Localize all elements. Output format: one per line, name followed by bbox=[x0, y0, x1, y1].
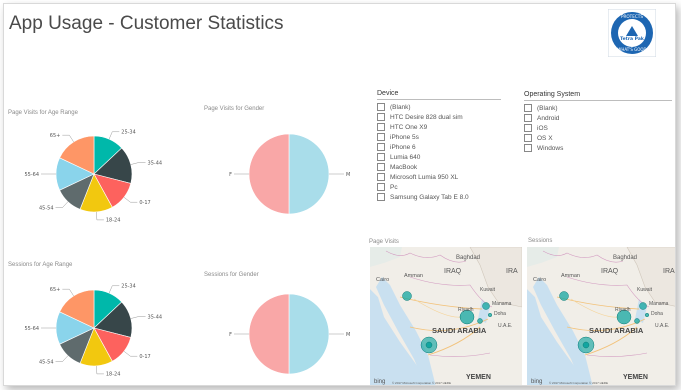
os-slicer-item[interactable]: Android bbox=[524, 113, 672, 123]
map-copyright: © 2017 Microsoft Corporation © 2017 HERE bbox=[392, 381, 451, 385]
map-label-iraq: IRAQ bbox=[601, 268, 619, 275]
map-label-riyadh: Riyadh bbox=[458, 307, 474, 313]
os-slicer-checkbox[interactable] bbox=[524, 144, 532, 152]
pie-slice-label: F bbox=[229, 332, 232, 338]
device-slicer-checkbox[interactable] bbox=[377, 173, 385, 181]
device-slicer-item[interactable]: Pc bbox=[377, 182, 501, 192]
device-slicer-checkbox[interactable] bbox=[377, 193, 385, 201]
device-slicer-checkbox[interactable] bbox=[377, 153, 385, 161]
bing-logo-text: bing bbox=[531, 379, 542, 385]
os-slicer-item-label: Android bbox=[537, 114, 560, 122]
sessions-map-title: Sessions bbox=[528, 238, 553, 244]
map-label-cairo: Cairo bbox=[376, 277, 389, 283]
device-slicer-checkbox[interactable] bbox=[377, 143, 385, 151]
pie-slice[interactable] bbox=[288, 293, 330, 375]
pie-slice-label: M bbox=[346, 332, 350, 338]
device-slicer-checkbox[interactable] bbox=[377, 183, 385, 191]
map-label-uae: U.A.E. bbox=[655, 323, 669, 329]
device-slicer-checkbox[interactable] bbox=[377, 103, 385, 111]
device-slicer-item[interactable]: iPhone 5s bbox=[377, 132, 501, 142]
device-slicer-checkbox[interactable] bbox=[377, 163, 385, 171]
device-slicer-item-label: Lumia 640 bbox=[390, 153, 421, 161]
os-slicer-item-label: OS X bbox=[537, 134, 553, 142]
map-label-iran: IRA bbox=[506, 268, 518, 275]
map-label-kuwait: Kuwait bbox=[480, 287, 496, 293]
map-label-manama: Manama bbox=[649, 301, 669, 307]
map-label-kuwait: Kuwait bbox=[637, 287, 653, 293]
map-copyright: © 2017 Microsoft Corporation © 2017 HERE bbox=[549, 381, 608, 385]
os-slicer-checkbox[interactable] bbox=[524, 124, 532, 132]
device-slicer-checkbox[interactable] bbox=[377, 133, 385, 141]
device-slicer-item-label: (Blank) bbox=[390, 103, 411, 111]
device-slicer-item-label: HTC One X9 bbox=[390, 123, 428, 131]
map-label-saudi-arabia: SAUDI ARABIA bbox=[589, 326, 644, 335]
device-slicer-item[interactable]: Microsoft Lumia 950 XL bbox=[377, 172, 501, 182]
map-label-riyadh: Riyadh bbox=[615, 307, 631, 313]
device-slicer-item-label: HTC Desire 828 dual sim bbox=[390, 113, 463, 121]
device-slicer: Device (Blank) HTC Desire 828 dual sim HTC… bbox=[377, 90, 501, 202]
page-visits-map-title: Page Visits bbox=[369, 239, 399, 245]
map-label-yemen: YEMEN bbox=[466, 374, 491, 381]
os-slicer-checkbox[interactable] bbox=[524, 114, 532, 122]
os-slicer-header: Operating System bbox=[524, 91, 672, 101]
os-slicer-item-label: iOS bbox=[537, 124, 548, 132]
map-label-doha: Doha bbox=[494, 311, 506, 317]
pie-slice[interactable] bbox=[248, 293, 290, 375]
os-slicer-item[interactable]: Windows bbox=[524, 143, 672, 153]
device-slicer-item[interactable]: HTC One X9 bbox=[377, 122, 501, 132]
map-label-iran: IRA bbox=[663, 268, 675, 275]
device-slicer-header: Device bbox=[377, 90, 501, 100]
sessions-map[interactable]: Baghdad IRAQ IRA Amman Cairo Kuwait Riyadh Mana… bbox=[527, 247, 675, 385]
map-label-iraq: IRAQ bbox=[444, 268, 462, 275]
map-label-amman: Amman bbox=[404, 273, 423, 279]
device-slicer-item[interactable]: Samsung Galaxy Tab E 8.0 bbox=[377, 192, 501, 202]
device-slicer-item[interactable]: (Blank) bbox=[377, 102, 501, 112]
device-slicer-item-label: iPhone 6 bbox=[390, 143, 416, 151]
map-bubble[interactable] bbox=[639, 302, 647, 310]
device-slicer-item-label: Microsoft Lumia 950 XL bbox=[390, 173, 459, 181]
map-label-saudi-arabia: SAUDI ARABIA bbox=[432, 326, 487, 335]
map-label-baghdad: Baghdad bbox=[613, 255, 637, 261]
os-slicer: Operating System (Blank) Android iOS OS X Wi… bbox=[524, 91, 672, 153]
os-slicer-item[interactable]: (Blank) bbox=[524, 103, 672, 113]
device-slicer-item[interactable]: Lumia 640 bbox=[377, 152, 501, 162]
bing-logo-text: bing bbox=[374, 379, 385, 385]
os-slicer-item-label: Windows bbox=[537, 144, 564, 152]
os-slicer-item[interactable]: iOS bbox=[524, 123, 672, 133]
map-bubble[interactable] bbox=[644, 312, 650, 318]
map-label-uae: U.A.E. bbox=[498, 323, 512, 329]
map-bubble[interactable] bbox=[634, 318, 640, 324]
os-slicer-checkbox[interactable] bbox=[524, 134, 532, 142]
report-canvas: App Usage - Customer Statistics PROTECTS… bbox=[3, 3, 676, 386]
os-slicer-item[interactable]: OS X bbox=[524, 133, 672, 143]
device-slicer-item-label: MacBook bbox=[390, 163, 418, 171]
map-label-cairo: Cairo bbox=[533, 277, 546, 283]
map-bubble[interactable] bbox=[487, 312, 493, 318]
device-slicer-item-label: iPhone 5s bbox=[390, 133, 419, 141]
device-slicer-checkbox[interactable] bbox=[377, 113, 385, 121]
map-bubble[interactable] bbox=[482, 302, 490, 310]
os-slicer-item-label: (Blank) bbox=[537, 104, 558, 112]
device-slicer-checkbox[interactable] bbox=[377, 123, 385, 131]
device-slicer-item[interactable]: MacBook bbox=[377, 162, 501, 172]
map-label-yemen: YEMEN bbox=[623, 374, 648, 381]
map-bubble[interactable] bbox=[559, 291, 569, 301]
device-slicer-item-label: Pc bbox=[390, 183, 398, 191]
map-bubble[interactable] bbox=[477, 318, 483, 324]
map-label-doha: Doha bbox=[651, 311, 663, 317]
device-slicer-item[interactable]: HTC Desire 828 dual sim bbox=[377, 112, 501, 122]
map-label-manama: Manama bbox=[492, 301, 512, 307]
map-label-baghdad: Baghdad bbox=[456, 255, 480, 261]
os-slicer-checkbox[interactable] bbox=[524, 104, 532, 112]
device-slicer-item[interactable]: iPhone 6 bbox=[377, 142, 501, 152]
map-label-amman: Amman bbox=[561, 273, 580, 279]
device-slicer-item-label: Samsung Galaxy Tab E 8.0 bbox=[390, 193, 469, 201]
map-bubble[interactable] bbox=[402, 291, 412, 301]
page-visits-map[interactable]: Baghdad IRAQ IRA Amman Cairo Kuwait Riyadh Mana… bbox=[370, 247, 522, 385]
